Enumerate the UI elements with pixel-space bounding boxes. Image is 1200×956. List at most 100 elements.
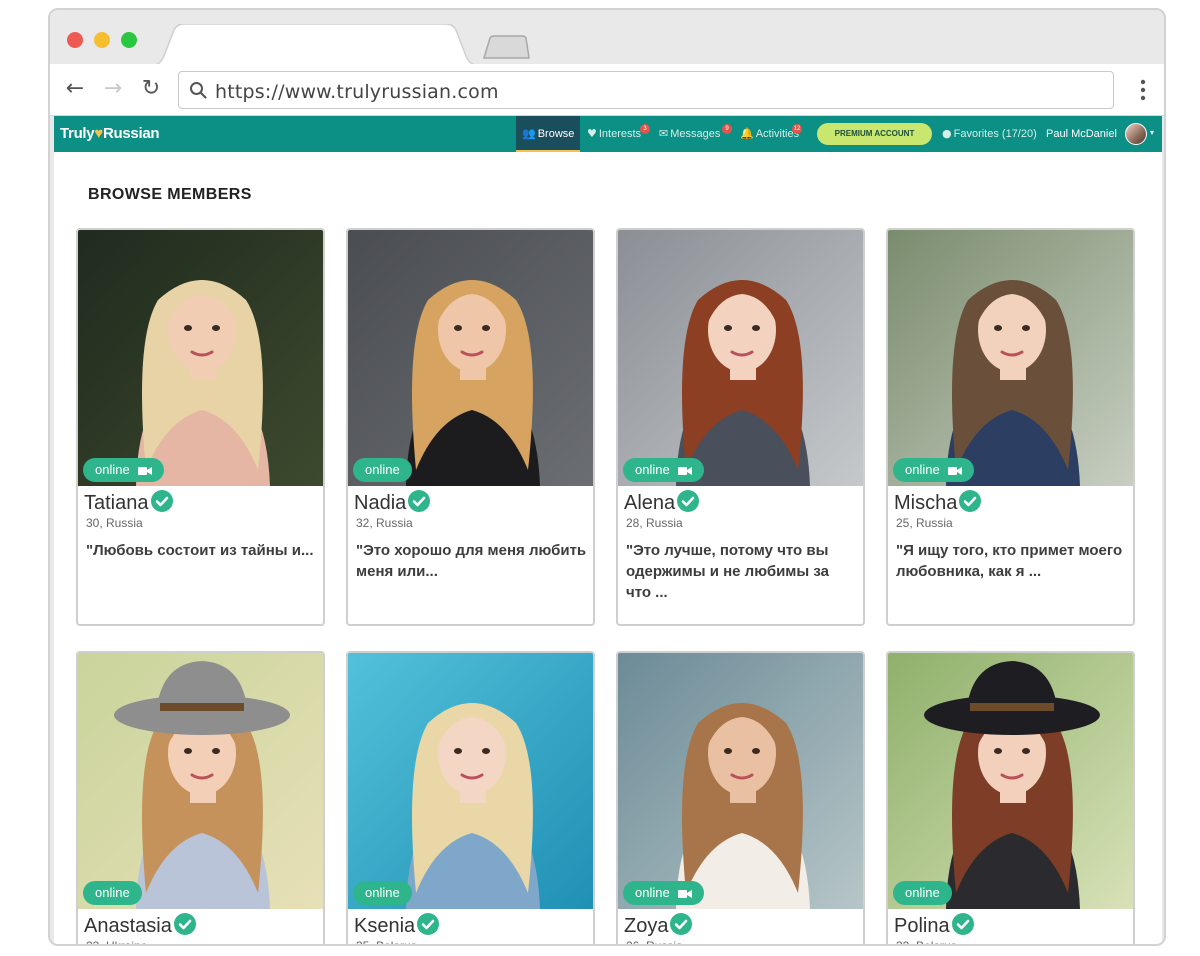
address-bar[interactable]: https://www.trulyrussian.com xyxy=(178,71,1114,109)
users-icon: 👥 xyxy=(522,127,536,140)
member-age-country: 32, Belarus xyxy=(896,939,957,946)
forward-arrow-icon[interactable]: → xyxy=(100,76,126,102)
online-label: online xyxy=(905,885,940,900)
member-photo[interactable] xyxy=(618,230,863,486)
member-card[interactable]: online Tatiana 30, Russia "Любовь состоит и… xyxy=(76,228,325,626)
member-age-country: 35, Belarus xyxy=(356,939,417,946)
member-card[interactable]: online Zoya 26, Russia xyxy=(616,651,865,946)
nav-browse[interactable]: 👥 Browse xyxy=(516,116,581,152)
messages-badge: 9 xyxy=(722,124,732,134)
member-name[interactable]: Alena xyxy=(624,490,700,515)
back-arrow-icon[interactable]: ← xyxy=(62,76,88,102)
member-quote: "Это хорошо для меня любить меня или... xyxy=(356,542,587,580)
member-card[interactable]: online Polina 32, Belarus xyxy=(886,651,1135,946)
member-name-text: Ksenia xyxy=(354,915,416,937)
verified-check-icon xyxy=(677,490,700,512)
reload-icon[interactable]: ↻ xyxy=(138,76,164,102)
page-viewport: Truly♥Russian 👥 Browse ♥ Interests 3 ✉ Mess… xyxy=(54,116,1162,946)
member-card[interactable]: online Ksenia 35, Belarus xyxy=(346,651,595,946)
member-name[interactable]: Mischa xyxy=(894,490,982,515)
member-photo[interactable] xyxy=(888,230,1133,486)
member-age-country: 26, Russia xyxy=(626,939,683,946)
member-quote: "Я ищу того, кто примет моего любовника,… xyxy=(896,542,1123,580)
online-label: online xyxy=(905,462,940,477)
member-age-country: 28, Russia xyxy=(626,516,683,530)
member-name-text: Alena xyxy=(624,492,676,514)
member-photo[interactable] xyxy=(348,653,593,909)
heart-icon: ♥ xyxy=(587,127,597,140)
member-name[interactable]: Polina xyxy=(894,913,974,938)
chat-icon: ✉ xyxy=(659,127,669,140)
activities-badge: 12 xyxy=(792,124,802,134)
minimize-window-button[interactable] xyxy=(94,32,110,48)
user-avatar[interactable] xyxy=(1125,123,1147,145)
member-name-text: Zoya xyxy=(624,915,669,937)
member-name[interactable]: Zoya xyxy=(624,913,693,938)
member-card[interactable]: online Alena 28, Russia "Это лучше, потому … xyxy=(616,228,865,626)
member-card[interactable]: online Mischa 25, Russia "Я ищу того, кто п… xyxy=(886,228,1135,626)
online-label: online xyxy=(95,462,130,477)
member-name[interactable]: Tatiana xyxy=(84,490,173,515)
member-photo[interactable] xyxy=(348,230,593,486)
member-photo[interactable] xyxy=(78,653,323,909)
bell-icon: 🔔 xyxy=(740,127,754,140)
active-tab[interactable] xyxy=(150,24,480,66)
online-badge: online xyxy=(353,458,412,482)
member-photo[interactable] xyxy=(618,653,863,909)
verified-check-icon xyxy=(951,913,974,935)
online-badge: online xyxy=(83,458,164,482)
nav-interests[interactable]: ♥ Interests xyxy=(587,116,641,152)
online-label: online xyxy=(635,885,670,900)
interests-badge: 3 xyxy=(640,124,650,134)
member-name-text: Anastasia xyxy=(84,915,172,937)
member-photo-image xyxy=(618,653,863,909)
member-photo-image xyxy=(348,653,593,909)
tab-bar xyxy=(50,10,1164,66)
chevron-down-icon[interactable]: ▾ xyxy=(1150,128,1154,137)
member-age-country: 30, Russia xyxy=(86,516,143,530)
video-camera-icon xyxy=(677,889,692,898)
member-photo[interactable] xyxy=(78,230,323,486)
member-name[interactable]: Nadia xyxy=(354,490,431,515)
online-badge: online xyxy=(623,881,704,905)
member-quote: "Это лучше, потому что вы одержимы и не … xyxy=(626,542,829,601)
member-age-country: 25, Russia xyxy=(896,516,953,530)
user-name[interactable]: Paul McDaniel xyxy=(1046,116,1117,152)
member-name[interactable]: Anastasia xyxy=(84,913,196,938)
verified-check-icon xyxy=(670,913,693,935)
new-tab-button[interactable] xyxy=(482,34,530,60)
page-title: BROWSE MEMBERS xyxy=(88,186,252,203)
nav-favorites[interactable]: ● Favorites (17/20) xyxy=(942,116,1037,152)
member-photo[interactable] xyxy=(888,653,1133,909)
nav-activities[interactable]: 🔔 Activities xyxy=(740,116,799,152)
nav-messages[interactable]: ✉ Messages xyxy=(659,116,720,152)
online-badge: online xyxy=(623,458,704,482)
logo-text-truly: Truly xyxy=(60,125,95,142)
verified-check-icon xyxy=(173,913,196,935)
member-age-country: 32, Russia xyxy=(356,516,413,530)
nav-interests-label: Interests xyxy=(598,128,642,140)
member-photo-image xyxy=(348,230,593,486)
online-badge: online xyxy=(893,881,952,905)
kebab-menu-icon[interactable] xyxy=(1140,78,1146,102)
member-name[interactable]: Ksenia xyxy=(354,913,440,938)
browser-window: ← → ↻ https://www.trulyrussian.com Truly… xyxy=(48,8,1166,946)
heart-icon: ♥ xyxy=(94,125,103,142)
online-badge: online xyxy=(353,881,412,905)
member-card[interactable]: online Nadia 32, Russia "Это хорошо для мен… xyxy=(346,228,595,626)
nav-messages-label: Messages xyxy=(670,128,721,140)
maximize-window-button[interactable] xyxy=(121,32,137,48)
url-text[interactable]: https://www.trulyrussian.com xyxy=(215,81,499,103)
close-window-button[interactable] xyxy=(67,32,83,48)
member-name-text: Polina xyxy=(894,915,950,937)
verified-check-icon xyxy=(417,913,440,935)
browser-toolbar: ← → ↻ https://www.trulyrussian.com xyxy=(50,64,1164,116)
member-card[interactable]: online Anastasia 23, Ukraine xyxy=(76,651,325,944)
online-badge: online xyxy=(83,881,142,905)
premium-account-button[interactable]: PREMIUM ACCOUNT xyxy=(817,123,932,145)
logo-text-russian: Russian xyxy=(102,125,160,142)
online-label: online xyxy=(365,885,400,900)
member-name-text: Mischa xyxy=(894,492,958,514)
member-quote: "Любовь состоит из тайны и... xyxy=(86,542,314,559)
site-logo[interactable]: Truly♥Russian xyxy=(60,125,160,142)
